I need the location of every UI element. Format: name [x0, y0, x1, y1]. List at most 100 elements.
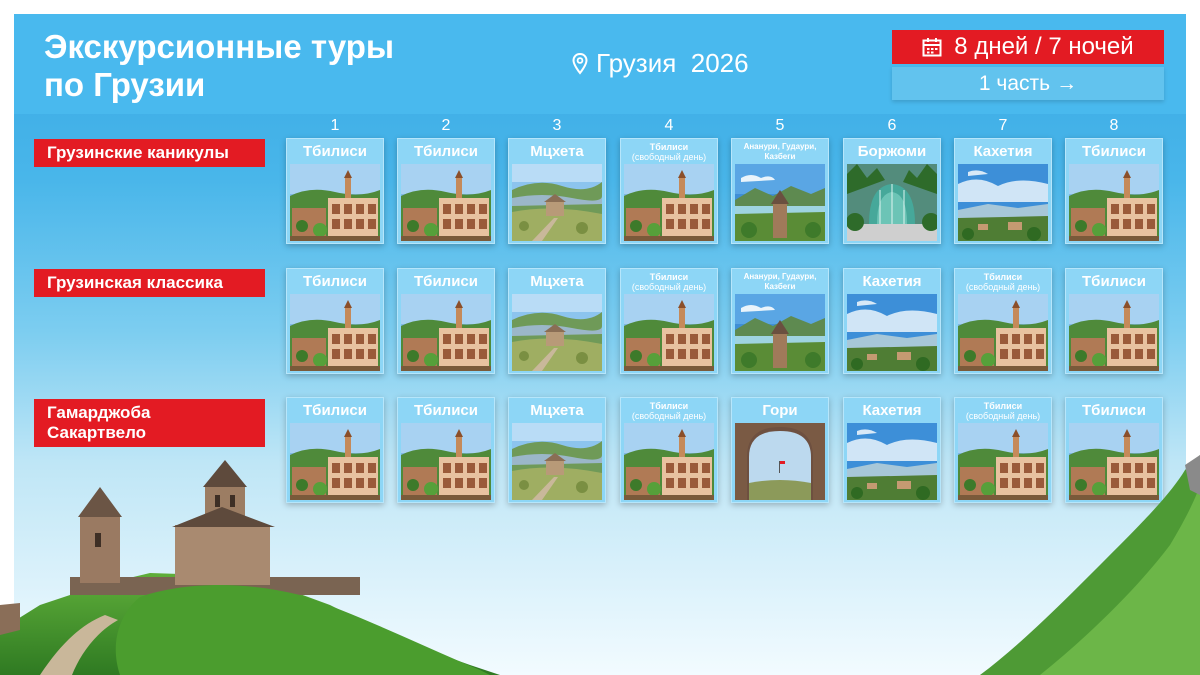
- day-card-title: Кахетия: [973, 143, 1033, 160]
- day-card-kakheti[interactable]: Кахетия: [843, 268, 941, 374]
- day-card-title: Тбилиси: [414, 143, 478, 160]
- day-card-caption: Мцхета: [509, 398, 605, 423]
- day-card-tbilisi[interactable]: Тбилиси: [397, 268, 495, 374]
- mtskheta-photo: [512, 423, 602, 500]
- day-card-caption: Тбилиси: [398, 269, 494, 294]
- day-card-subtitle: (свободный день): [631, 151, 707, 162]
- day-card-subtitle: (свободный день): [631, 281, 707, 292]
- tbilisi-photo: [624, 294, 714, 371]
- day-card-caption: Мцхета: [509, 269, 605, 294]
- day-card-caption: Мцхета: [509, 139, 605, 164]
- day-card-ananuri[interactable]: Ананури, Гудаури, Казбеги: [731, 268, 829, 374]
- location-text: Грузия 2026: [596, 48, 749, 78]
- day-card-title: Тбилиси: [414, 273, 478, 290]
- day-number: 5: [775, 117, 785, 134]
- page-title-line2: по Грузии: [44, 66, 206, 103]
- day-card-caption: Тбилиси: [398, 398, 494, 423]
- day-card-subtitle: (свободный день): [631, 410, 707, 421]
- tbilisi-photo: [401, 164, 491, 241]
- location-pin-icon: [572, 52, 588, 75]
- day-card-mtskheta[interactable]: Мцхета: [508, 268, 606, 374]
- day-card-title: Тбилиси: [649, 400, 689, 411]
- day-card-title: Тбилиси: [983, 271, 1023, 282]
- day-card-tbilisi[interactable]: Тбилиси (свободный день): [620, 397, 718, 503]
- day-card-tbilisi[interactable]: Тбилиси: [1065, 138, 1163, 244]
- day-card-tbilisi[interactable]: Тбилиси: [1065, 268, 1163, 374]
- day-card-mtskheta[interactable]: Мцхета: [508, 397, 606, 503]
- day-card-caption: Ананури, Гудаури, Казбеги: [732, 139, 828, 164]
- day-card-caption: Гори: [732, 398, 828, 423]
- tour-name-line1: Грузинские каникулы: [47, 143, 229, 162]
- part-button-label: 1 часть: [978, 71, 1051, 95]
- day-card-title: Тбилиси: [983, 400, 1023, 411]
- day-card-title: Тбилиси: [649, 271, 689, 282]
- day-card-title: Мцхета: [530, 402, 584, 419]
- day-card-caption: Тбилиси: [1066, 269, 1162, 294]
- day-card-borjomi[interactable]: Боржоми: [843, 138, 941, 244]
- tour-name-line1: Грузинская классика: [47, 273, 223, 292]
- day-card-caption: Тбилиси: [1066, 398, 1162, 423]
- day-card-caption: Тбилиси: [287, 139, 383, 164]
- day-card-subtitle: Казбеги: [764, 152, 796, 161]
- day-card-gori[interactable]: Гори: [731, 397, 829, 503]
- day-card-subtitle: (свободный день): [965, 281, 1041, 292]
- day-card-tbilisi[interactable]: Тбилиси (свободный день): [620, 138, 718, 244]
- part-1-button[interactable]: 1 часть →: [892, 67, 1164, 100]
- day-card-kakheti[interactable]: Кахетия: [954, 138, 1052, 244]
- day-card-caption: Ананури, Гудаури, Казбеги: [732, 269, 828, 294]
- day-card-title: Ананури, Гудаури,: [743, 142, 817, 151]
- day-card-caption: Боржоми: [844, 139, 940, 164]
- tour-name-label[interactable]: Гамарджоба Сакартвело: [34, 399, 265, 447]
- day-card-title: Тбилиси: [414, 402, 478, 419]
- tour-name-label[interactable]: Грузинские каникулы: [34, 139, 265, 167]
- page-title: Экскурсионные туры по Грузии: [44, 28, 484, 104]
- duration-badge: 8 дней / 7 ночей: [892, 30, 1164, 64]
- tbilisi-photo: [1069, 164, 1159, 241]
- day-card-title: Мцхета: [530, 273, 584, 290]
- day-card-caption: Тбилиси: [287, 398, 383, 423]
- day-card-title: Боржоми: [857, 143, 927, 160]
- tbilisi-photo: [290, 294, 380, 371]
- day-number: 3: [552, 117, 562, 134]
- kakheti-photo: [847, 294, 937, 371]
- tour-name-label[interactable]: Грузинская классика: [34, 269, 265, 297]
- day-card-subtitle: Казбеги: [764, 282, 796, 291]
- day-card-caption: Тбилиси (свободный день): [621, 269, 717, 294]
- tbilisi-photo: [958, 294, 1048, 371]
- day-card-tbilisi[interactable]: Тбилиси (свободный день): [954, 268, 1052, 374]
- duration-text: 8 дней / 7 ночей: [954, 33, 1134, 60]
- day-card-title: Кахетия: [862, 273, 922, 290]
- day-card-caption: Тбилиси: [1066, 139, 1162, 164]
- day-card-caption: Тбилиси: [398, 139, 494, 164]
- location-label: Грузия 2026: [572, 48, 749, 79]
- ananuri-photo: [735, 164, 825, 241]
- day-card-title: Ананури, Гудаури,: [743, 272, 817, 281]
- kakheti-photo: [847, 423, 937, 500]
- day-card-title: Тбилиси: [303, 402, 367, 419]
- day-card-caption: Тбилиси (свободный день): [955, 398, 1051, 423]
- day-number: 2: [441, 117, 451, 134]
- day-card-tbilisi[interactable]: Тбилиси (свободный день): [620, 268, 718, 374]
- ananuri-photo: [735, 294, 825, 371]
- day-card-subtitle: (свободный день): [965, 410, 1041, 421]
- day-number: 7: [998, 117, 1008, 134]
- day-card-tbilisi[interactable]: Тбилиси: [286, 268, 384, 374]
- day-number: 4: [664, 117, 674, 134]
- kakheti-photo: [958, 164, 1048, 241]
- day-card-title: Тбилиси: [649, 141, 689, 152]
- day-card-caption: Тбилиси (свободный день): [621, 398, 717, 423]
- tour-name-line1: Гамарджоба: [47, 403, 151, 422]
- day-card-title: Кахетия: [862, 402, 922, 419]
- tbilisi-photo: [624, 164, 714, 241]
- day-card-ananuri[interactable]: Ананури, Гудаури, Казбеги: [731, 138, 829, 244]
- day-number: 8: [1109, 117, 1119, 134]
- day-card-tbilisi[interactable]: Тбилиси: [286, 138, 384, 244]
- mtskheta-photo: [512, 164, 602, 241]
- day-card-tbilisi[interactable]: Тбилиси: [397, 138, 495, 244]
- day-card-kakheti[interactable]: Кахетия: [843, 397, 941, 503]
- day-card-mtskheta[interactable]: Мцхета: [508, 138, 606, 244]
- day-number: 1: [330, 117, 340, 134]
- tbilisi-photo: [624, 423, 714, 500]
- day-card-title: Тбилиси: [303, 273, 367, 290]
- day-card-caption: Кахетия: [844, 398, 940, 423]
